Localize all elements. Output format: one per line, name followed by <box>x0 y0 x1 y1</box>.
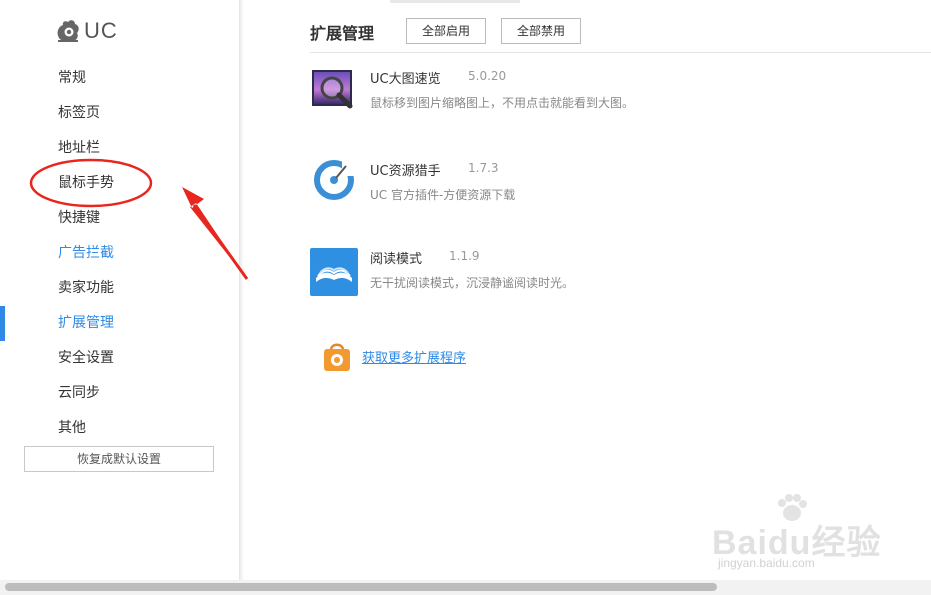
extension-name: UC资源猎手 <box>370 164 441 179</box>
extension-version: 5.0.20 <box>468 69 507 83</box>
extension-version: 1.1.9 <box>449 249 480 263</box>
extension-name: 阅读模式 <box>370 252 423 267</box>
nav-item-cloud-sync[interactable]: 云同步 <box>0 376 240 411</box>
nav-item-address-bar[interactable]: 地址栏 <box>0 131 240 166</box>
extension-version: 1.7.3 <box>468 161 499 175</box>
sidebar-shadow <box>240 0 244 580</box>
restore-defaults-button[interactable]: 恢复成默认设置 <box>24 446 214 472</box>
logo-text: UC <box>84 18 118 43</box>
extension-item[interactable]: 阅读模式 1.1.9 无干扰阅读模式，沉浸静谧阅读时光。 <box>310 248 910 308</box>
nav-item-mouse-gestures[interactable]: 鼠标手势 <box>0 166 240 201</box>
page-title: 扩展管理 <box>310 24 375 43</box>
settings-nav: 常规 标签页 地址栏 鼠标手势 快捷键 广告拦截 卖家功能 扩展管理 安全设置 … <box>0 61 240 446</box>
horizontal-scrollbar-thumb[interactable] <box>5 583 717 591</box>
nav-item-security[interactable]: 安全设置 <box>0 341 240 376</box>
enable-all-button[interactable]: 全部启用 <box>406 18 486 44</box>
nav-item-shortcuts[interactable]: 快捷键 <box>0 201 240 236</box>
nav-item-tabs[interactable]: 标签页 <box>0 96 240 131</box>
nav-item-other[interactable]: 其他 <box>0 411 240 446</box>
get-more-extensions-link[interactable]: 获取更多扩展程序 <box>362 347 466 366</box>
disable-all-button[interactable]: 全部禁用 <box>501 18 581 44</box>
header-divider <box>310 52 931 53</box>
nav-item-extensions[interactable]: 扩展管理 <box>0 306 240 341</box>
open-book-icon <box>310 248 358 296</box>
uc-logo: UC <box>54 16 118 46</box>
extension-item[interactable]: UC大图速览 5.0.20 鼠标移到图片缩略图上，不用点击就能看到大图。 <box>310 68 910 128</box>
extension-item[interactable]: UC资源猎手 1.7.3 UC 官方插件-方便资源下载 <box>310 160 910 220</box>
extension-description: 无干扰阅读模式，沉浸静谧阅读时光。 <box>370 276 575 290</box>
watermark-url: jingyan.baidu.com <box>718 556 815 570</box>
get-more-extensions[interactable]: 获取更多扩展程序 <box>322 340 466 372</box>
sidebar: UC 常规 标签页 地址栏 鼠标手势 快捷键 广告拦截 卖家功能 扩展管理 安全… <box>0 0 240 580</box>
resource-hunter-icon <box>314 160 356 200</box>
extension-name: UC大图速览 <box>370 72 441 87</box>
top-scroll-indicator <box>390 0 520 3</box>
nav-item-general[interactable]: 常规 <box>0 61 240 96</box>
image-magnifier-icon <box>312 70 353 109</box>
extension-description: 鼠标移到图片缩略图上，不用点击就能看到大图。 <box>370 96 635 110</box>
shopping-bag-icon <box>324 343 350 371</box>
uc-squirrel-icon <box>57 20 79 42</box>
baidu-watermark: Baidu经验 jingyan.baidu.com <box>712 493 912 573</box>
extension-description: UC 官方插件-方便资源下载 <box>370 188 516 202</box>
nav-item-seller-features[interactable]: 卖家功能 <box>0 271 240 306</box>
nav-item-ad-block[interactable]: 广告拦截 <box>0 236 240 271</box>
